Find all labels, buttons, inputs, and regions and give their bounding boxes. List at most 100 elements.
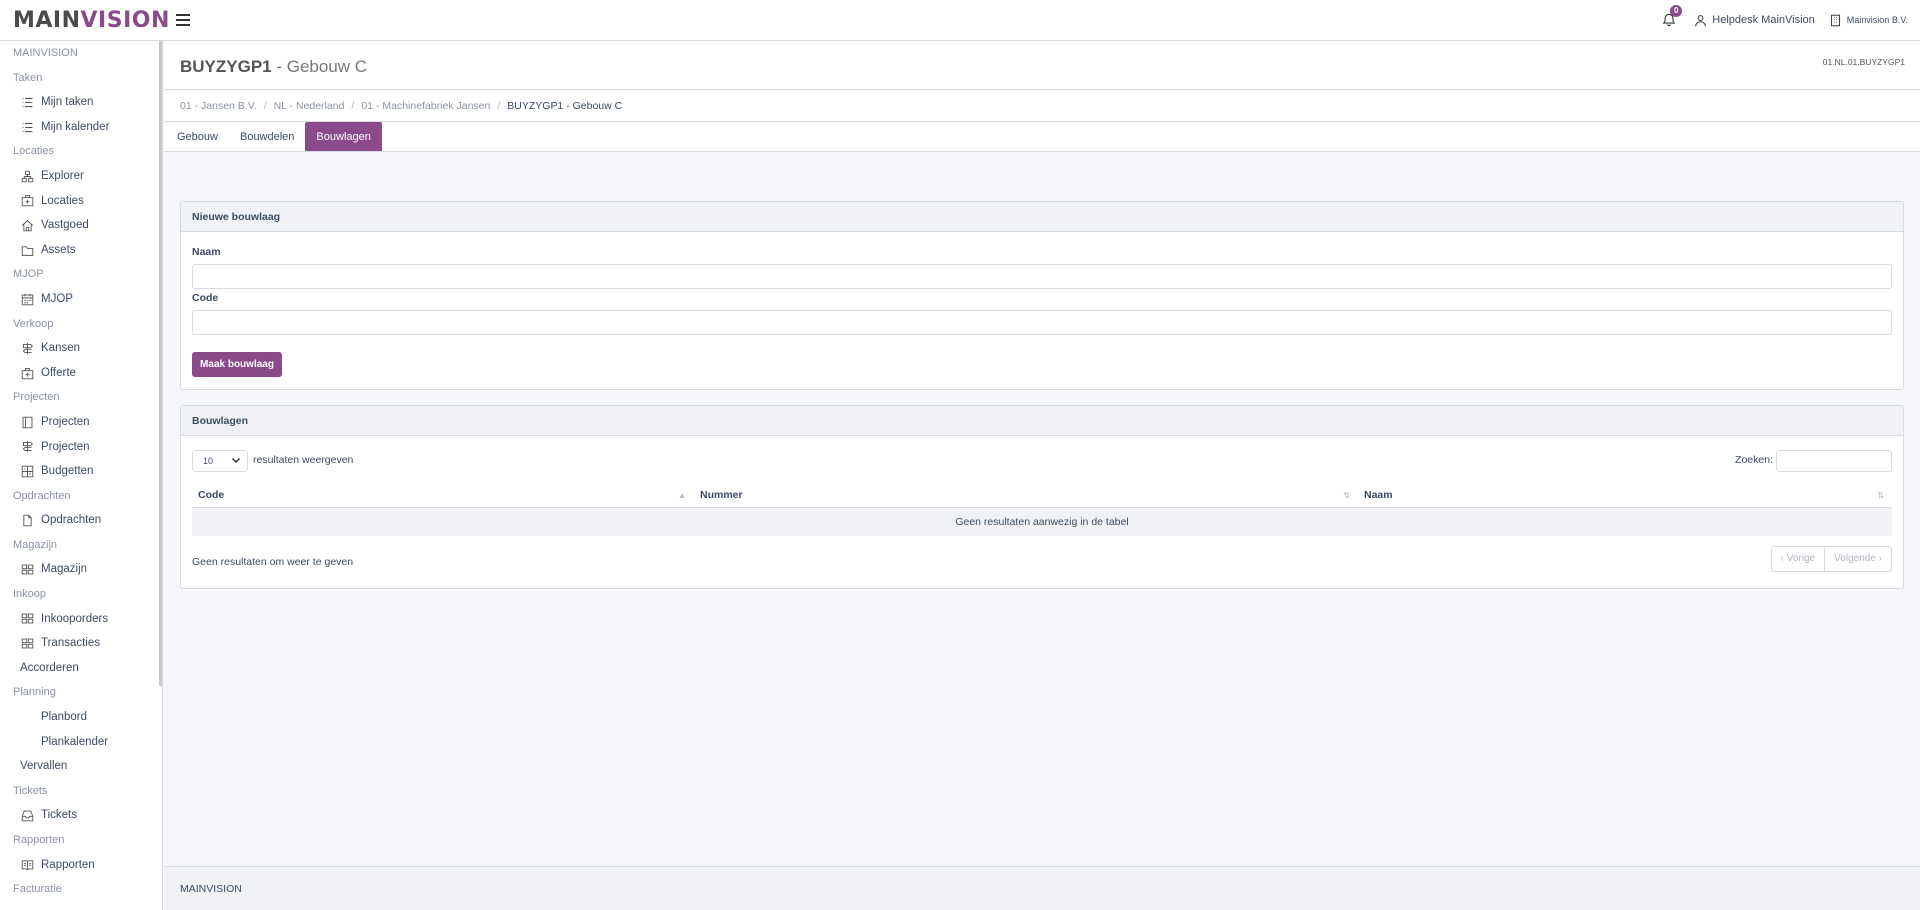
sidebar-item-label: Offerte bbox=[41, 366, 76, 379]
sidebar-item-label: Projecten bbox=[41, 415, 90, 428]
sidebar-item-label: Vastgoed bbox=[41, 219, 89, 232]
name-input[interactable] bbox=[192, 264, 1892, 289]
sidebar-item-accorderen[interactable]: Accorderen bbox=[0, 656, 162, 681]
sidebar-section-title: Locaties bbox=[13, 145, 54, 158]
sitemap-icon bbox=[20, 169, 34, 183]
user-icon bbox=[1695, 14, 1707, 26]
name-label: Naam bbox=[192, 246, 221, 258]
page-title-code: BUYZYGP1 bbox=[180, 57, 272, 76]
sidebar-item-magazijn[interactable]: Magazijn bbox=[0, 557, 162, 582]
next-page-button[interactable]: Volgende › bbox=[1824, 547, 1891, 571]
column-header-label: Naam bbox=[1364, 489, 1393, 501]
tab-gebouw[interactable]: Gebouw bbox=[166, 122, 229, 151]
column-header-label: Nummer bbox=[700, 489, 743, 501]
company-name: Mainvision B.V. bbox=[1846, 15, 1908, 25]
sidebar-section-title: Facturatie bbox=[13, 883, 62, 896]
sidebar-section-title: MJOP bbox=[13, 268, 44, 281]
sidebar-item-transacties[interactable]: Transacties bbox=[0, 631, 162, 656]
sidebar-item-planbord[interactable]: Planbord bbox=[0, 705, 162, 730]
page-title: BUYZYGP1 - Gebouw C bbox=[180, 57, 367, 77]
sidebar-item-offerte[interactable]: Offerte bbox=[0, 361, 162, 386]
breadcrumb-item[interactable]: 01 - Jansen B.V. bbox=[180, 100, 257, 112]
signpost-icon bbox=[20, 341, 34, 355]
sidebar-item-tickets[interactable]: Tickets bbox=[0, 803, 162, 828]
list-icon bbox=[20, 120, 34, 134]
sidebar-item-mjop[interactable]: MJOP bbox=[0, 287, 162, 312]
logo[interactable]: MAINVISION bbox=[0, 7, 169, 33]
logo-accent-text: VISION bbox=[80, 7, 170, 33]
sidebar-item-projecten[interactable]: Projecten bbox=[0, 435, 162, 460]
page-length-select[interactable]: 10 bbox=[192, 450, 248, 472]
top-bar: MAINVISION 0 Helpdesk MainVision Mainvis… bbox=[0, 0, 1920, 41]
previous-page-button[interactable]: ‹ Vorige bbox=[1772, 547, 1824, 571]
user-menu[interactable]: Helpdesk MainVision bbox=[1694, 14, 1815, 27]
tab-bar: Gebouw Bouwdelen Bouwlagen bbox=[164, 122, 1920, 152]
footer-text: MAINVISION bbox=[180, 883, 242, 895]
sidebar: MAINVISION Taken Mijn taken Mijn kalender Lo… bbox=[0, 41, 163, 910]
sidebar-item-explorer[interactable]: Explorer bbox=[0, 164, 162, 189]
home-icon bbox=[20, 218, 34, 232]
page-title-separator: - bbox=[271, 57, 287, 76]
code-label: Code bbox=[192, 292, 219, 304]
building-icon bbox=[1830, 14, 1840, 26]
page-title-name: Gebouw C bbox=[286, 57, 368, 76]
column-header-naam[interactable]: Naam ⇅ bbox=[1358, 483, 1892, 507]
footer: MAINVISION bbox=[164, 866, 1920, 910]
sidebar-item-rapporten[interactable]: Rapporten bbox=[0, 853, 162, 878]
sort-icon: ⇅ bbox=[1877, 491, 1884, 500]
sidebar-item-projecten[interactable]: Projecten bbox=[0, 410, 162, 435]
notifications-button[interactable]: 0 bbox=[1662, 5, 1683, 27]
sidebar-item-opdrachten[interactable]: Opdrachten bbox=[0, 508, 162, 533]
empty-table-row: Geen resultaten aanwezig in de tabel bbox=[192, 508, 1892, 536]
main-content: BUYZYGP1 - Gebouw C 01.NL.01.BUYZYGP1 01… bbox=[164, 41, 1920, 910]
create-floor-button[interactable]: Maak bouwlaag bbox=[192, 352, 282, 377]
ledger-icon bbox=[20, 464, 34, 478]
sidebar-item-mijn-kalender[interactable]: Mijn kalender bbox=[0, 115, 162, 140]
breadcrumb-item[interactable]: 01 - Machinefabriek Jansen bbox=[361, 100, 490, 112]
logo-text: MAIN bbox=[13, 7, 81, 33]
breadcrumb: 01 - Jansen B.V. / NL - Nederland/ 01 - M… bbox=[164, 90, 1920, 122]
sidebar-section-title: Inkoop bbox=[13, 588, 47, 601]
grid-icon bbox=[20, 637, 34, 651]
notification-count-badge: 0 bbox=[1670, 5, 1683, 17]
floors-card: Bouwlagen 10 resultaten weergeven Zoeken… bbox=[180, 405, 1904, 589]
sidebar-item-label: Mijn taken bbox=[41, 96, 94, 109]
sidebar-section-title: Taken bbox=[13, 71, 43, 84]
search-input[interactable] bbox=[1776, 450, 1892, 472]
column-header-code[interactable]: Code ▲ bbox=[192, 483, 694, 507]
sidebar-scrollbar[interactable] bbox=[159, 41, 162, 686]
sidebar-item-inkooporders[interactable]: Inkooporders bbox=[0, 607, 162, 632]
building-icon bbox=[20, 366, 34, 380]
report-icon bbox=[20, 858, 34, 872]
code-input[interactable] bbox=[192, 310, 1892, 335]
column-header-nummer[interactable]: Nummer ⇅ bbox=[694, 483, 1358, 507]
sidebar-item-kansen[interactable]: Kansen bbox=[0, 336, 162, 361]
user-name: Helpdesk MainVision bbox=[1712, 14, 1815, 26]
company-menu[interactable]: Mainvision B.V. bbox=[1829, 14, 1908, 27]
sidebar-item-label: Rapporten bbox=[41, 858, 95, 871]
grid-icon bbox=[20, 563, 34, 577]
menu-toggle-icon[interactable] bbox=[176, 14, 190, 26]
sidebar-item-label: Tickets bbox=[41, 809, 77, 822]
breadcrumb-item[interactable]: NL - Nederland bbox=[274, 100, 345, 112]
sidebar-item-assets[interactable]: Assets bbox=[0, 238, 162, 263]
sidebar-item-budgetten[interactable]: Budgetten bbox=[0, 459, 162, 484]
sidebar-item-label: Mijn kalender bbox=[41, 120, 110, 133]
table-info: Geen resultaten om weer te geven bbox=[192, 556, 354, 568]
sidebar-item-mijn-taken[interactable]: Mijn taken bbox=[0, 90, 162, 115]
new-floor-card-title: Nieuwe bouwlaag bbox=[181, 202, 1903, 232]
tab-bouwlagen[interactable]: Bouwlagen bbox=[305, 122, 382, 151]
sidebar-section-title: Magazijn bbox=[13, 538, 58, 551]
building-icon bbox=[20, 194, 34, 208]
tab-bouwdelen[interactable]: Bouwdelen bbox=[229, 122, 305, 151]
floors-table: Code ▲ Nummer ⇅ Naam ⇅ Geen resultaten aanw… bbox=[192, 483, 1892, 536]
page-header: BUYZYGP1 - Gebouw C 01.NL.01.BUYZYGP1 bbox=[164, 41, 1920, 90]
sidebar-item-label: Opdrachten bbox=[41, 514, 102, 527]
sidebar-item-vastgoed[interactable]: Vastgoed bbox=[0, 213, 162, 238]
sidebar-item-vervallen[interactable]: Vervallen bbox=[0, 754, 162, 779]
sidebar-item-label: Magazijn bbox=[41, 563, 88, 576]
sidebar-item-locaties[interactable]: Locaties bbox=[0, 189, 162, 214]
chevron-down-icon bbox=[231, 457, 241, 464]
book-icon bbox=[20, 415, 34, 429]
sidebar-item-plankalender[interactable]: Plankalender bbox=[0, 730, 162, 755]
